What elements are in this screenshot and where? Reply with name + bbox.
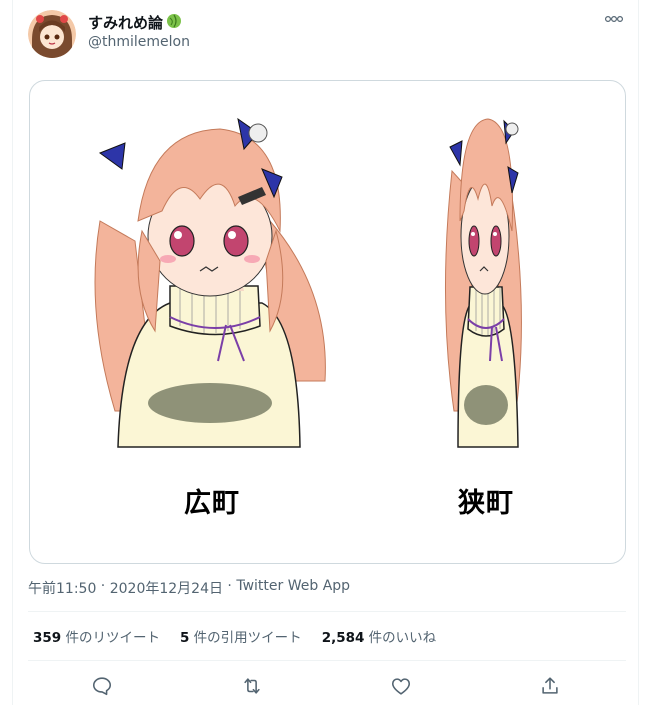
retweets-count: 359 xyxy=(33,630,62,646)
tweet-timestamp-row: 午前11:50 · 2020年12月24日 · Twitter Web App xyxy=(28,578,350,598)
column-border-right xyxy=(638,0,639,705)
timestamp-separator-2: · xyxy=(222,578,237,594)
tweet-stats: 359 件のリツイート 5 件の引用ツイート 2,584 件のいいね xyxy=(33,626,436,646)
tweet-media[interactable]: 広町 狭町 xyxy=(29,80,626,564)
display-name[interactable]: すみれめ論 xyxy=(88,12,163,33)
retweet-icon xyxy=(244,678,260,694)
likes-stat[interactable]: 2,584 件のいいね xyxy=(322,626,437,646)
timestamp-time[interactable]: 午前11:50 xyxy=(28,578,96,598)
heart-icon xyxy=(391,678,411,695)
share-button[interactable] xyxy=(536,672,564,700)
share-icon xyxy=(542,677,558,694)
avatar[interactable] xyxy=(28,10,76,58)
media-illustration xyxy=(94,117,522,448)
quotes-count: 5 xyxy=(179,630,190,646)
likes-label: 件のいいね xyxy=(364,630,437,646)
media-caption-left: 広町 xyxy=(184,488,240,519)
tweet-actions xyxy=(28,668,626,704)
more-options-icon[interactable] xyxy=(600,10,628,30)
media-caption-right: 狭町 xyxy=(458,488,514,519)
avatar-image xyxy=(28,10,76,58)
reply-button[interactable] xyxy=(88,672,116,700)
tweet-header: すみれめ論 @thmilemelon xyxy=(28,10,628,58)
name-row: すみれめ論 xyxy=(88,12,182,33)
divider xyxy=(28,611,626,612)
retweets-stat[interactable]: 359 件のリツイート xyxy=(33,626,160,646)
timestamp-separator: · xyxy=(96,578,110,594)
reply-icon xyxy=(92,677,112,696)
retweets-label: 件のリツイート xyxy=(61,630,160,646)
cabbage-emoji-icon xyxy=(166,13,182,33)
column-border-left xyxy=(12,0,13,705)
handle[interactable]: @thmilemelon xyxy=(88,34,190,50)
illustration-right-character xyxy=(444,118,522,448)
divider xyxy=(28,660,626,661)
timestamp-date[interactable]: 2020年12月24日 xyxy=(110,578,223,598)
likes-count: 2,584 xyxy=(321,630,365,646)
tweet-source[interactable]: Twitter Web App xyxy=(236,578,350,598)
quotes-label: 件の引用ツイート xyxy=(189,630,302,646)
retweet-button[interactable] xyxy=(238,672,266,700)
like-button[interactable] xyxy=(387,672,415,700)
quotes-stat[interactable]: 5 件の引用ツイート xyxy=(180,626,302,646)
illustration-left-character xyxy=(94,117,326,448)
